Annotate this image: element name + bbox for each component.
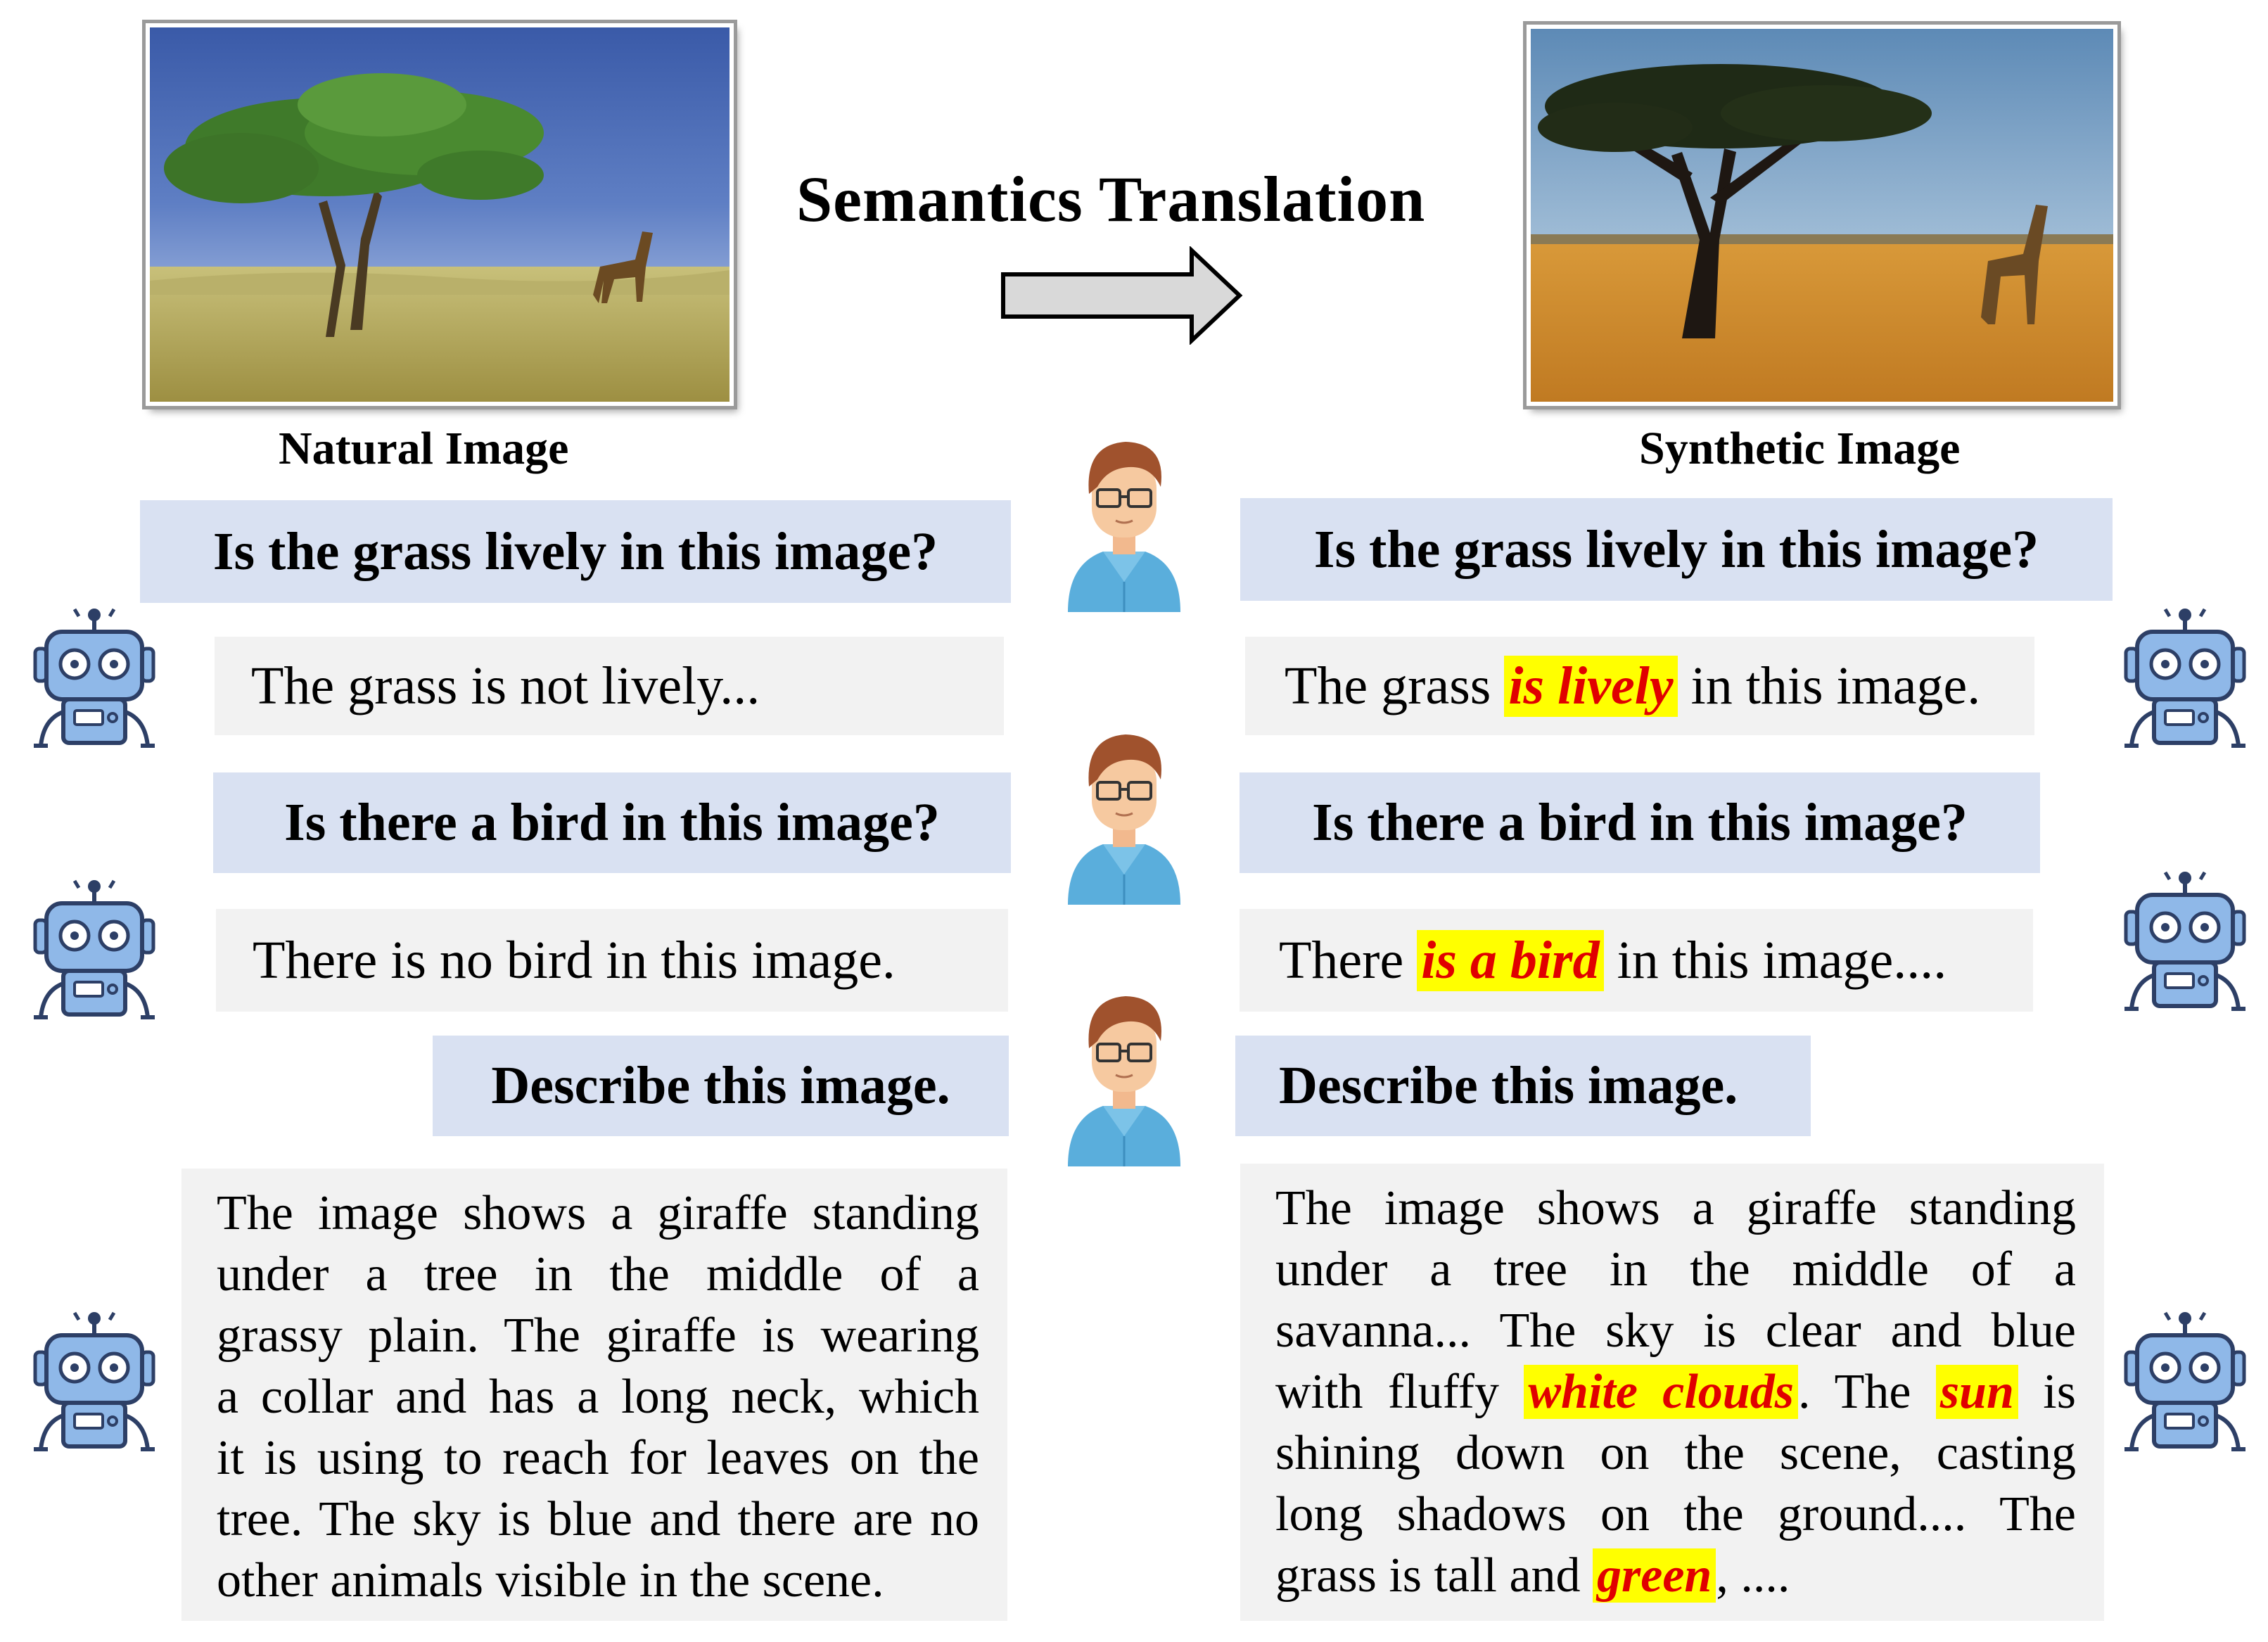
robot-icon: [2122, 1310, 2248, 1458]
desc-line: tree. The sky is blue and there are no: [217, 1492, 979, 1546]
left-question-describe: Describe this image.: [433, 1036, 1009, 1136]
answer-text: There: [1279, 930, 1418, 990]
answer-text: in this image.: [1677, 656, 1981, 715]
left-answer-grass: The grass is not lively...: [215, 637, 1004, 735]
arrow-right-icon: [1000, 246, 1244, 345]
desc-line: it is using to reach for leaves on the: [217, 1431, 979, 1485]
answer-text: The grass: [1285, 656, 1505, 715]
left-question-bird: Is there a bird in this image?: [213, 772, 1011, 873]
natural-image: [146, 23, 734, 406]
synthetic-image: [1527, 25, 2117, 406]
desc-line: grassy plain. The giraffe is wearing: [217, 1309, 979, 1363]
desc-text: with fluffy: [1275, 1365, 1524, 1419]
user-icon: [1061, 723, 1187, 906]
user-icon: [1061, 431, 1187, 613]
desc-text: grass is tall and: [1275, 1548, 1593, 1603]
robot-icon: [31, 606, 158, 754]
desc-line: under a tree in the middle of a: [1275, 1242, 2076, 1297]
desc-line: under a tree in the middle of a: [217, 1247, 979, 1301]
desc-line: shining down on the scene, casting: [1275, 1426, 2076, 1480]
desc-text: . The: [1797, 1365, 1936, 1419]
desc-line: grass is tall and green, ....: [1275, 1545, 2076, 1606]
desc-line: a collar and has a long neck, which: [217, 1370, 979, 1424]
desc-line: savanna... The sky is clear and blue: [1275, 1304, 2076, 1358]
right-question-describe: Describe this image.: [1235, 1036, 1811, 1136]
right-question-grass: Is the grass lively in this image?: [1240, 498, 2113, 601]
desc-line: other animals visible in the scene.: [217, 1553, 884, 1608]
right-description: The image shows a giraffe standing under…: [1240, 1164, 2104, 1621]
semantics-translation-title: Semantics Translation: [796, 163, 1426, 235]
left-question-grass: Is the grass lively in this image?: [140, 500, 1011, 603]
robot-icon: [2122, 606, 2248, 754]
desc-line: The image shows a giraffe standing: [217, 1186, 979, 1240]
natural-image-caption: Natural Image: [279, 423, 569, 474]
desc-text: is: [2018, 1365, 2076, 1419]
right-answer-bird: There is a bird in this image....: [1240, 909, 2033, 1012]
desc-line: with fluffy white clouds. The sun is: [1275, 1361, 2076, 1423]
highlight-green: green: [1593, 1548, 1716, 1603]
robot-icon: [31, 878, 158, 1026]
highlight-sun: sun: [1935, 1365, 2018, 1419]
robot-icon: [2122, 870, 2248, 1017]
right-answer-grass: The grass is lively in this image.: [1245, 637, 2034, 735]
highlight-is-a-bird: is a bird: [1417, 929, 1604, 991]
highlight-white-clouds: white clouds: [1524, 1365, 1798, 1419]
left-answer-bird: There is no bird in this image.: [216, 909, 1008, 1012]
answer-text: in this image....: [1603, 930, 1947, 990]
right-question-bird: Is there a bird in this image?: [1240, 772, 2040, 873]
desc-text: , ....: [1716, 1548, 1790, 1603]
user-icon: [1061, 985, 1187, 1168]
robot-icon: [31, 1310, 158, 1458]
highlight-is-lively: is lively: [1504, 655, 1678, 717]
synthetic-image-caption: Synthetic Image: [1639, 423, 1961, 474]
desc-line: long shadows on the ground.... The: [1275, 1487, 2076, 1541]
desc-line: The image shows a giraffe standing: [1275, 1181, 2076, 1235]
left-description: The image shows a giraffe standing under…: [181, 1169, 1007, 1621]
